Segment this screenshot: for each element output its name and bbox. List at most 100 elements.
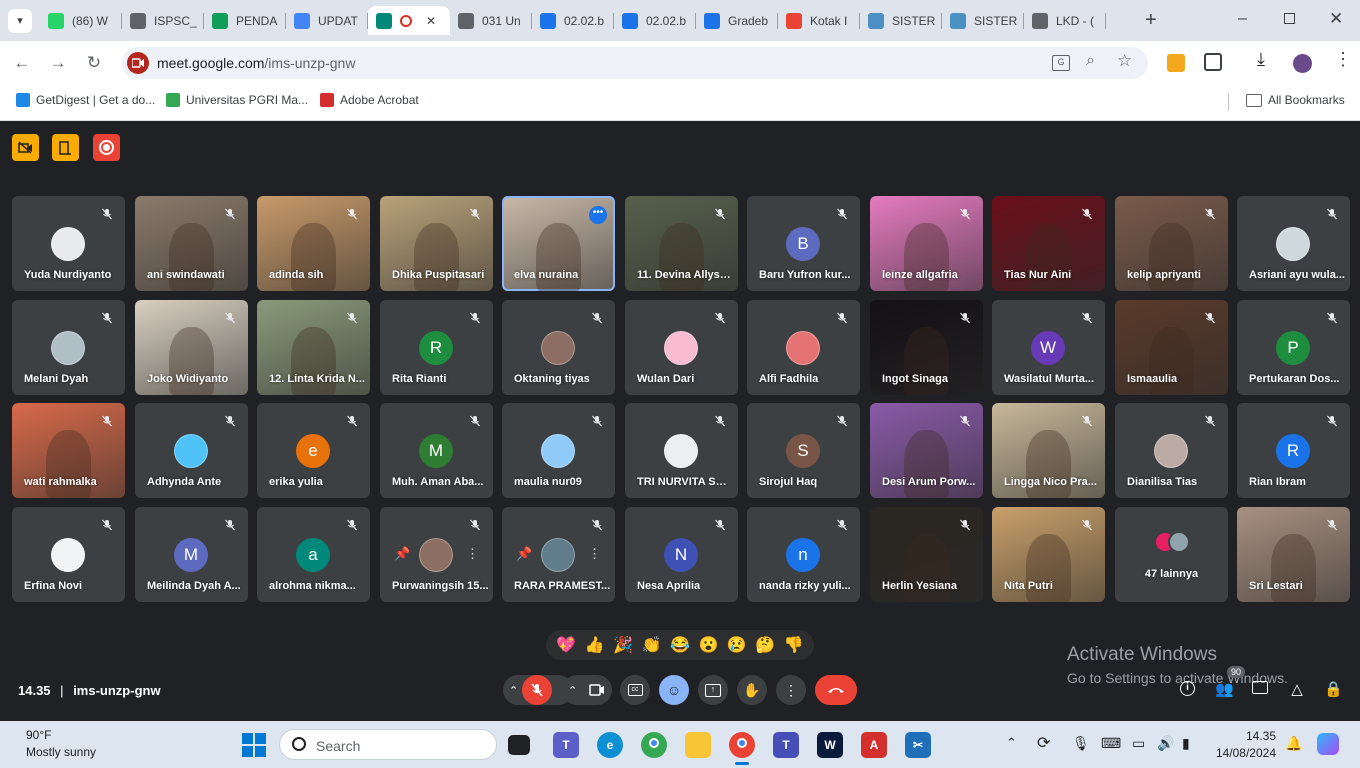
zoom-icon[interactable]: ⌕ <box>1086 52 1095 70</box>
participant-tile[interactable]: P Pertukaran Dos... <box>1237 300 1350 395</box>
participant-tile[interactable]: R Rian Ibram <box>1237 403 1350 498</box>
bookmark-star-icon[interactable]: ☆ <box>1117 51 1132 71</box>
browser-menu-icon[interactable]: ⋮ <box>1334 50 1352 68</box>
reaction-emoji[interactable]: 👍 <box>585 635 605 655</box>
sync-icon[interactable]: ⟳ <box>1037 733 1050 753</box>
browser-tab[interactable]: Gradeb <box>696 6 778 35</box>
bookmark-item[interactable]: Universitas PGRI Ma... <box>166 93 308 107</box>
acrobat-icon[interactable]: A <box>861 732 887 758</box>
profile-avatar[interactable] <box>1293 54 1312 73</box>
pin-icon[interactable]: 📌 <box>516 546 532 562</box>
participant-tile[interactable]: leinze allgafria <box>870 196 983 291</box>
minimize-button[interactable]: – <box>1238 10 1254 30</box>
participant-tile[interactable]: Dianilisa Tias <box>1115 403 1228 498</box>
emoji-reactions-button[interactable]: ☺ <box>659 675 689 705</box>
reaction-emoji[interactable]: 😂 <box>670 635 690 655</box>
participant-tile[interactable]: Nita Putri <box>992 507 1105 602</box>
meeting-code[interactable]: ims-unzp-gnw <box>73 683 160 698</box>
participant-tile[interactable]: S Sirojul Haq <box>747 403 860 498</box>
reaction-emoji[interactable]: 😢 <box>727 635 747 655</box>
participant-tile[interactable]: Yuda Nurdiyanto <box>12 196 125 291</box>
reaction-emoji[interactable]: 💖 <box>556 635 576 655</box>
activities-icon[interactable]: △ <box>1288 681 1306 699</box>
present-screen-button[interactable]: ↑ <box>698 675 728 705</box>
participant-tile[interactable]: Adhynda Ante <box>135 403 248 498</box>
notifications-icon[interactable]: 🔔 <box>1285 735 1302 752</box>
reaction-emoji[interactable]: 🎉 <box>613 635 633 655</box>
file-explorer-icon[interactable] <box>685 732 711 758</box>
browser-tab[interactable]: 02.02.b <box>532 6 614 35</box>
keyboard-icon[interactable]: ⌨ <box>1101 735 1121 752</box>
participant-tile[interactable]: Herlin Yesiana <box>870 507 983 602</box>
participant-tile[interactable]: Sri Lestari <box>1237 507 1350 602</box>
webex-icon[interactable]: W <box>817 732 843 758</box>
browser-tab[interactable]: SISTER <box>942 6 1024 35</box>
battery-icon[interactable]: ▮ <box>1182 735 1190 752</box>
browser-tab[interactable]: UPDAT <box>286 6 368 35</box>
back-button[interactable]: ← <box>10 51 34 75</box>
participant-tile[interactable]: 11. Devina Allysa... <box>625 196 738 291</box>
participant-tile[interactable]: B Baru Yufron kur... <box>747 196 860 291</box>
address-bar[interactable]: meet.google.com/ims-unzp-gnw G ⌕ ☆ <box>122 47 1148 79</box>
browser-tab[interactable]: SISTER <box>860 6 942 35</box>
participant-tile[interactable]: ••• elva nuraina <box>502 196 615 291</box>
participant-tile[interactable]: n nanda rizky yuli... <box>747 507 860 602</box>
pin-icon[interactable]: 📌 <box>394 546 410 562</box>
participant-tile[interactable]: e erika yulia <box>257 403 370 498</box>
reaction-emoji[interactable]: 😮 <box>698 635 718 655</box>
forward-button[interactable]: → <box>46 51 70 75</box>
browser-tab[interactable]: Kotak I <box>778 6 860 35</box>
people-icon[interactable]: 👥 <box>1215 681 1234 699</box>
participant-tile[interactable]: kelip apriyanti <box>1115 196 1228 291</box>
extension-icon[interactable] <box>1167 54 1185 72</box>
participant-tile[interactable]: Wulan Dari <box>625 300 738 395</box>
bookmark-item[interactable]: GetDigest | Get a do... <box>16 93 155 107</box>
participant-tile[interactable]: M Muh. Aman Aba... <box>380 403 493 498</box>
volume-icon[interactable]: 🔊 <box>1157 735 1174 752</box>
browser-tab[interactable]: (86) W <box>40 6 122 35</box>
browser-tab[interactable]: ✕ <box>368 6 450 35</box>
chrome-profile-icon[interactable] <box>729 732 755 758</box>
participant-tile[interactable]: TRI NURVITA SARI <box>625 403 738 498</box>
participant-tile[interactable]: adinda sih <box>257 196 370 291</box>
chat-icon[interactable] <box>1252 681 1270 699</box>
participant-tile[interactable]: Alfi Fadhila <box>747 300 860 395</box>
tile-more-icon[interactable]: ⋮ <box>466 546 479 562</box>
host-controls-icon[interactable] <box>52 134 79 161</box>
mic-toggle-button[interactable] <box>522 675 552 705</box>
chrome-icon[interactable] <box>641 732 667 758</box>
taskbar-search[interactable]: Search <box>279 729 497 760</box>
tab-search-button[interactable]: ▾ <box>8 9 32 33</box>
participant-tile[interactable]: Dhika Puspitasari <box>380 196 493 291</box>
participant-tile[interactable]: Erfina Novi <box>12 507 125 602</box>
raise-hand-button[interactable]: ✋ <box>737 675 767 705</box>
leave-call-button[interactable] <box>815 675 857 705</box>
participant-tile[interactable]: N Nesa Aprilia <box>625 507 738 602</box>
participant-tile[interactable]: ani swindawati <box>135 196 248 291</box>
participant-tile[interactable]: R Rita Rianti <box>380 300 493 395</box>
participant-tile[interactable]: W Wasilatul Murta... <box>992 300 1105 395</box>
participant-tile[interactable]: Ingot Sinaga <box>870 300 983 395</box>
close-window-button[interactable]: ✕ <box>1329 9 1343 29</box>
captions-button[interactable]: cc <box>620 675 650 705</box>
reload-button[interactable]: ↻ <box>82 51 106 75</box>
tile-more-icon[interactable]: ⋮ <box>588 546 601 562</box>
camera-toggle-button[interactable] <box>582 675 612 705</box>
close-tab-icon[interactable]: ✕ <box>426 14 436 28</box>
participant-tile[interactable]: Desi Arum Porw... <box>870 403 983 498</box>
display-icon[interactable]: ▭ <box>1132 735 1145 752</box>
copilot-icon[interactable] <box>1317 733 1339 755</box>
extensions-puzzle-icon[interactable] <box>1204 53 1222 71</box>
weather-widget[interactable]: 90°F Mostly sunny <box>26 728 96 759</box>
participant-tile[interactable]: Ismaaulia <box>1115 300 1228 395</box>
participant-tile[interactable]: 47 lainnya <box>1115 507 1228 602</box>
recording-indicator-icon[interactable] <box>93 134 120 161</box>
participant-tile[interactable]: Asriani ayu wula... <box>1237 196 1350 291</box>
browser-tab[interactable]: 031 Un <box>450 6 532 35</box>
reaction-emoji[interactable]: 👏 <box>642 635 662 655</box>
participant-tile[interactable]: Tias Nur Aini <box>992 196 1105 291</box>
new-tab-button[interactable]: + <box>1145 9 1165 31</box>
host-controls-lock-icon[interactable]: 🔒 <box>1324 681 1343 699</box>
browser-tab[interactable]: PENDA <box>204 6 286 35</box>
participant-tile[interactable]: M Meilinda Dyah A... <box>135 507 248 602</box>
